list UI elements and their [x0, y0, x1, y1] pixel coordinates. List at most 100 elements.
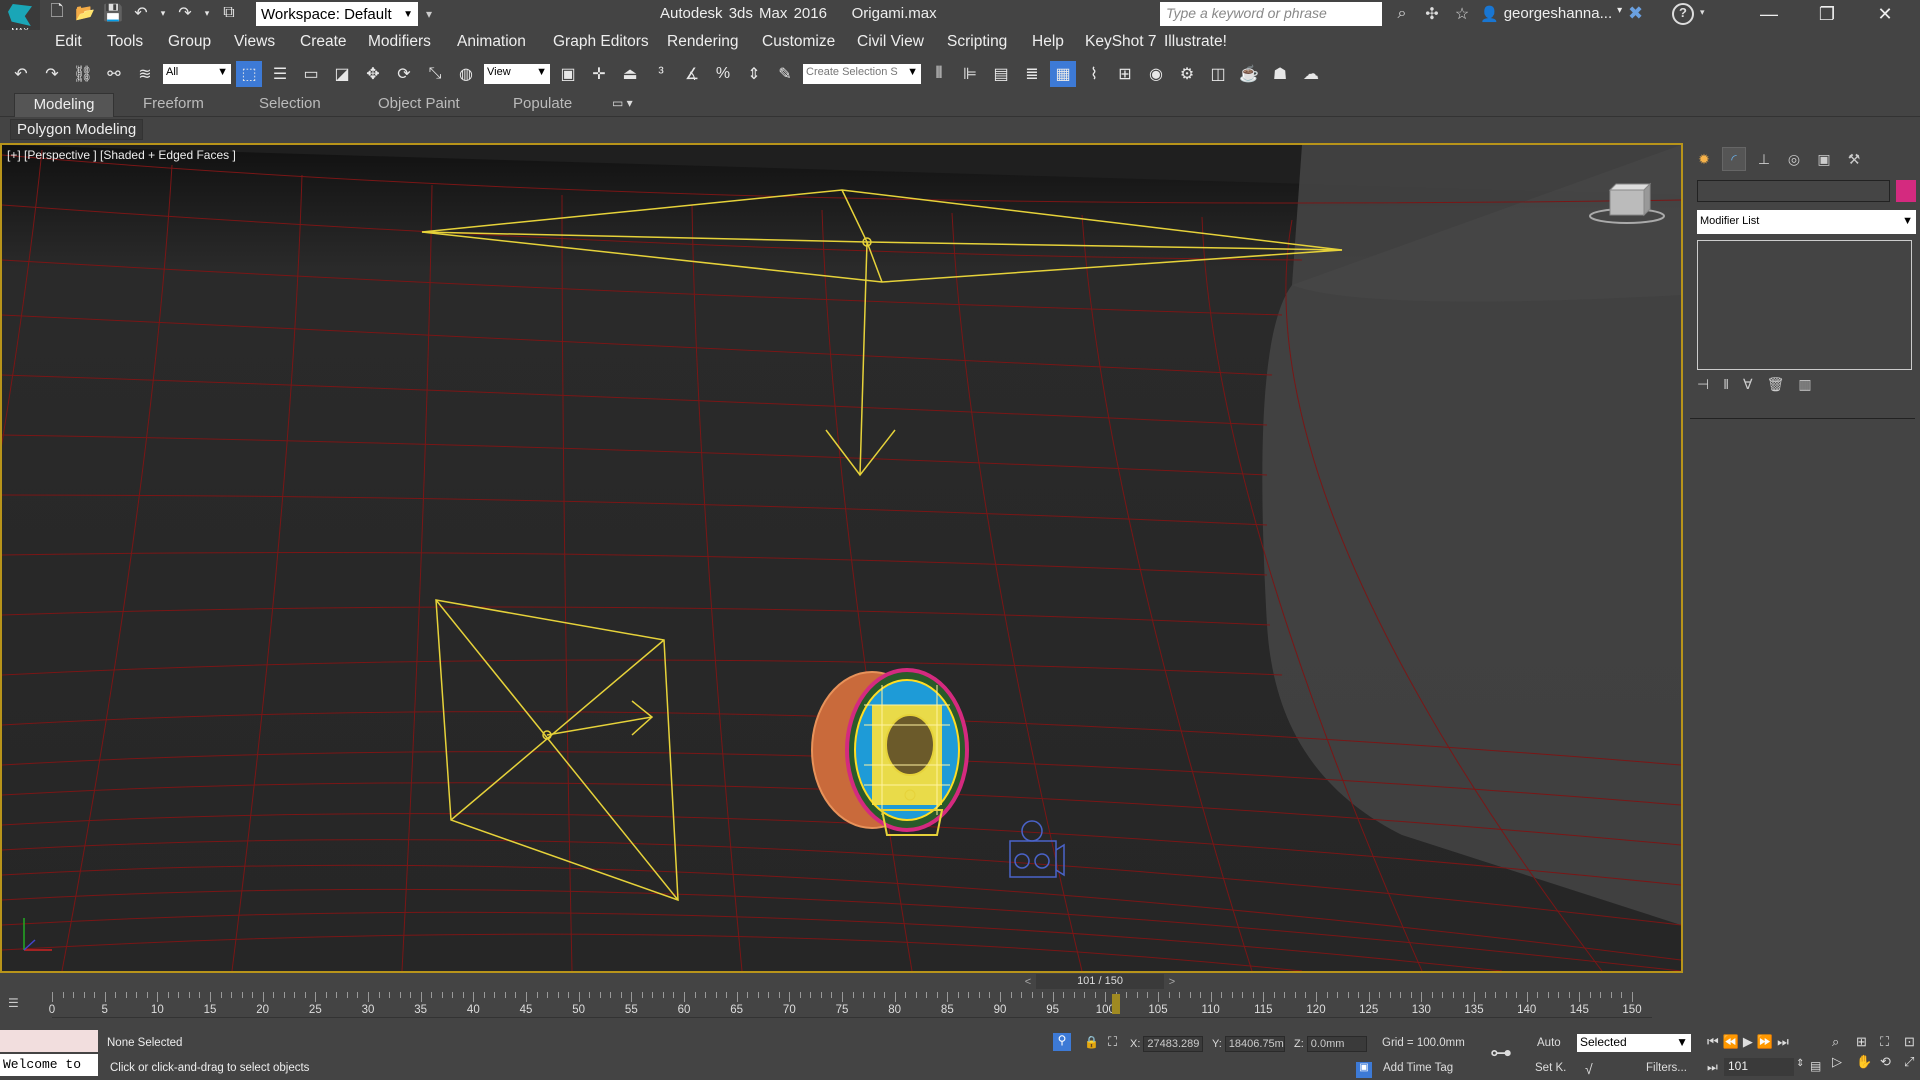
curve-editor-icon[interactable]: ⌇	[1081, 61, 1107, 87]
key-mode-dropdown[interactable]: Selected ▼	[1577, 1034, 1691, 1052]
configure-modifier-sets-icon[interactable]: ▥	[1798, 376, 1811, 393]
mirror-icon[interactable]: ⫴	[926, 61, 952, 87]
polygon-modeling-panel[interactable]: Polygon Modeling	[10, 119, 144, 140]
motion-tab-icon[interactable]: ◎	[1783, 148, 1805, 170]
reference-coordinate-dropdown[interactable]: View ▼	[484, 64, 550, 84]
hierarchy-tab-icon[interactable]: ⊥	[1753, 148, 1775, 170]
menu-tools[interactable]: Tools	[107, 33, 143, 51]
project-folder-icon[interactable]: ⧉	[218, 2, 240, 24]
zoom-icon[interactable]: ⌕	[1832, 1034, 1852, 1050]
search-input[interactable]: Type a keyword or phrase	[1160, 2, 1382, 26]
menu-rendering[interactable]: Rendering	[667, 33, 739, 51]
track-bar[interactable]: ☰ 0 5 10 15 20 25 30 35 40 45 50 55 60 65 70 75 80 85 90 95…	[0, 990, 1683, 1018]
new-file-icon[interactable]: 🗋	[46, 2, 68, 24]
undo-icon[interactable]: ↶	[130, 2, 152, 24]
menu-edit[interactable]: Edit	[55, 33, 82, 51]
layer-explorer-icon[interactable]: ▤	[988, 61, 1014, 87]
render-setup-icon[interactable]: ⚙	[1174, 61, 1200, 87]
time-tag-icon[interactable]: ▣	[1356, 1062, 1372, 1078]
viewport-scene[interactable]	[2, 145, 1681, 971]
rectangular-selection-icon[interactable]: ▭	[298, 61, 324, 87]
object-color-swatch[interactable]	[1896, 180, 1916, 202]
go-to-start-icon[interactable]: ⏮	[1707, 1034, 1719, 1050]
select-object-icon[interactable]: ⬚	[236, 61, 262, 87]
remove-modifier-icon[interactable]: 🗑	[1767, 376, 1785, 393]
pan-view-icon[interactable]: ✋	[1856, 1054, 1876, 1070]
show-end-result-icon[interactable]: ‖	[1723, 376, 1729, 393]
make-unique-icon[interactable]: ∀	[1743, 376, 1753, 393]
selection-filter-dropdown[interactable]: All ▼	[163, 64, 231, 84]
workspace-dropdown[interactable]: Workspace: Default ▼	[256, 2, 418, 26]
maxscript-listener-input[interactable]	[0, 1030, 98, 1052]
x-coordinate-field[interactable]: 27483.289	[1143, 1036, 1204, 1052]
spinner-snap-icon[interactable]: ⇕	[741, 61, 767, 87]
tab-selection[interactable]: Selection	[259, 95, 321, 112]
restore-button[interactable]: ❐	[1798, 0, 1856, 28]
perspective-viewport[interactable]: [+] [Perspective ] [Shaded + Edged Faces…	[0, 143, 1683, 973]
modifier-list-dropdown[interactable]: Modifier List ▼	[1697, 210, 1916, 234]
track-ruler[interactable]: 0 5 10 15 20 25 30 35 40 45 50 55 60 65 70 75 80 85 90 95 10…	[49, 990, 1652, 1018]
set-key-button[interactable]: Set K.	[1535, 1062, 1566, 1074]
isolate-selection-icon[interactable]: ⚲	[1053, 1033, 1071, 1051]
origami-object[interactable]	[811, 668, 969, 836]
prev-frame-arrow[interactable]: <	[1020, 976, 1036, 988]
close-button[interactable]: ✕	[1856, 0, 1914, 28]
menu-group[interactable]: Group	[168, 33, 211, 51]
key-mode-toggle-icon[interactable]: ⏭	[1707, 1060, 1718, 1075]
frame-spinner-icon[interactable]: ⇕	[1796, 1058, 1804, 1069]
select-and-scale-icon[interactable]: ⤡	[422, 61, 448, 87]
menu-scripting[interactable]: Scripting	[947, 33, 1007, 51]
go-to-end-icon[interactable]: ⏭	[1777, 1034, 1789, 1050]
window-crossing-icon[interactable]: ◪	[329, 61, 355, 87]
select-and-place-icon[interactable]: ◍	[453, 61, 479, 87]
current-frame-field[interactable]: 101	[1724, 1058, 1794, 1076]
customize-qat-icon[interactable]: ▾	[420, 2, 438, 26]
save-icon[interactable]: 💾	[102, 2, 124, 24]
maximize-viewport-icon[interactable]: ⤢	[1904, 1054, 1920, 1070]
bind-space-warp-icon[interactable]: ≋	[132, 61, 158, 87]
zoom-extents-icon[interactable]: ⛶	[1880, 1034, 1900, 1050]
unlink-icon[interactable]: ⚯	[101, 61, 127, 87]
material-editor-icon[interactable]: ◉	[1143, 61, 1169, 87]
select-and-rotate-icon[interactable]: ⟳	[391, 61, 417, 87]
snaps-toggle-icon[interactable]: ³	[648, 61, 674, 87]
menu-create[interactable]: Create	[300, 33, 347, 51]
rendered-frame-window-icon[interactable]: ◫	[1205, 61, 1231, 87]
time-configuration-icon[interactable]: ▤	[1810, 1059, 1821, 1073]
menu-civil-view[interactable]: Civil View	[857, 33, 924, 51]
timeline-playhead[interactable]	[1111, 994, 1120, 1014]
display-tab-icon[interactable]: ▣	[1813, 148, 1835, 170]
tab-modeling[interactable]: Modeling	[14, 93, 114, 117]
binoculars-icon[interactable]: ⌕	[1390, 2, 1414, 26]
zoom-extents-all-icon[interactable]: ⊡	[1904, 1034, 1920, 1050]
z-coordinate-field[interactable]: 0.0mm	[1306, 1036, 1367, 1052]
select-and-move-icon[interactable]: ✥	[360, 61, 386, 87]
play-icon[interactable]: ▶	[1743, 1034, 1753, 1050]
render-production-icon[interactable]: ☕	[1236, 61, 1262, 87]
schematic-view-icon[interactable]: ⊞	[1112, 61, 1138, 87]
redo-dropdown-icon[interactable]: ▾	[202, 2, 212, 24]
previous-frame-icon[interactable]: ⏪	[1723, 1034, 1739, 1050]
pin-stack-icon[interactable]: ⊣	[1697, 376, 1709, 393]
percent-snap-icon[interactable]: %	[710, 61, 736, 87]
key-filters-button[interactable]: Filters...	[1646, 1062, 1687, 1074]
menu-graph-editors[interactable]: Graph Editors	[553, 33, 649, 51]
auto-key-button[interactable]: Auto	[1537, 1037, 1561, 1049]
menu-help[interactable]: Help	[1032, 33, 1064, 51]
set-key-icon[interactable]: ⊶	[1490, 1040, 1520, 1070]
field-of-view-icon[interactable]: ▷	[1832, 1054, 1852, 1070]
menu-animation[interactable]: Animation	[457, 33, 526, 51]
select-by-name-icon[interactable]: ☰	[267, 61, 293, 87]
edit-named-selection-icon[interactable]: ✎	[772, 61, 798, 87]
next-frame-arrow[interactable]: >	[1164, 976, 1180, 988]
exchange-apps-icon[interactable]: ✖	[1628, 3, 1643, 24]
undo-dropdown-icon[interactable]: ▾	[158, 2, 168, 24]
menu-customize[interactable]: Customize	[762, 33, 835, 51]
select-and-link-icon[interactable]: ⛓	[70, 61, 96, 87]
render-iterative-icon[interactable]: ☗	[1267, 61, 1293, 87]
ribbon-options-icon[interactable]: ▭ ▾	[612, 96, 633, 110]
menu-views[interactable]: Views	[234, 33, 275, 51]
keyboard-shortcut-override-icon[interactable]: ⏏	[617, 61, 643, 87]
menu-illustrate[interactable]: Illustrate!	[1164, 33, 1227, 51]
viewport-label[interactable]: [+] [Perspective ] [Shaded + Edged Faces…	[7, 148, 236, 162]
